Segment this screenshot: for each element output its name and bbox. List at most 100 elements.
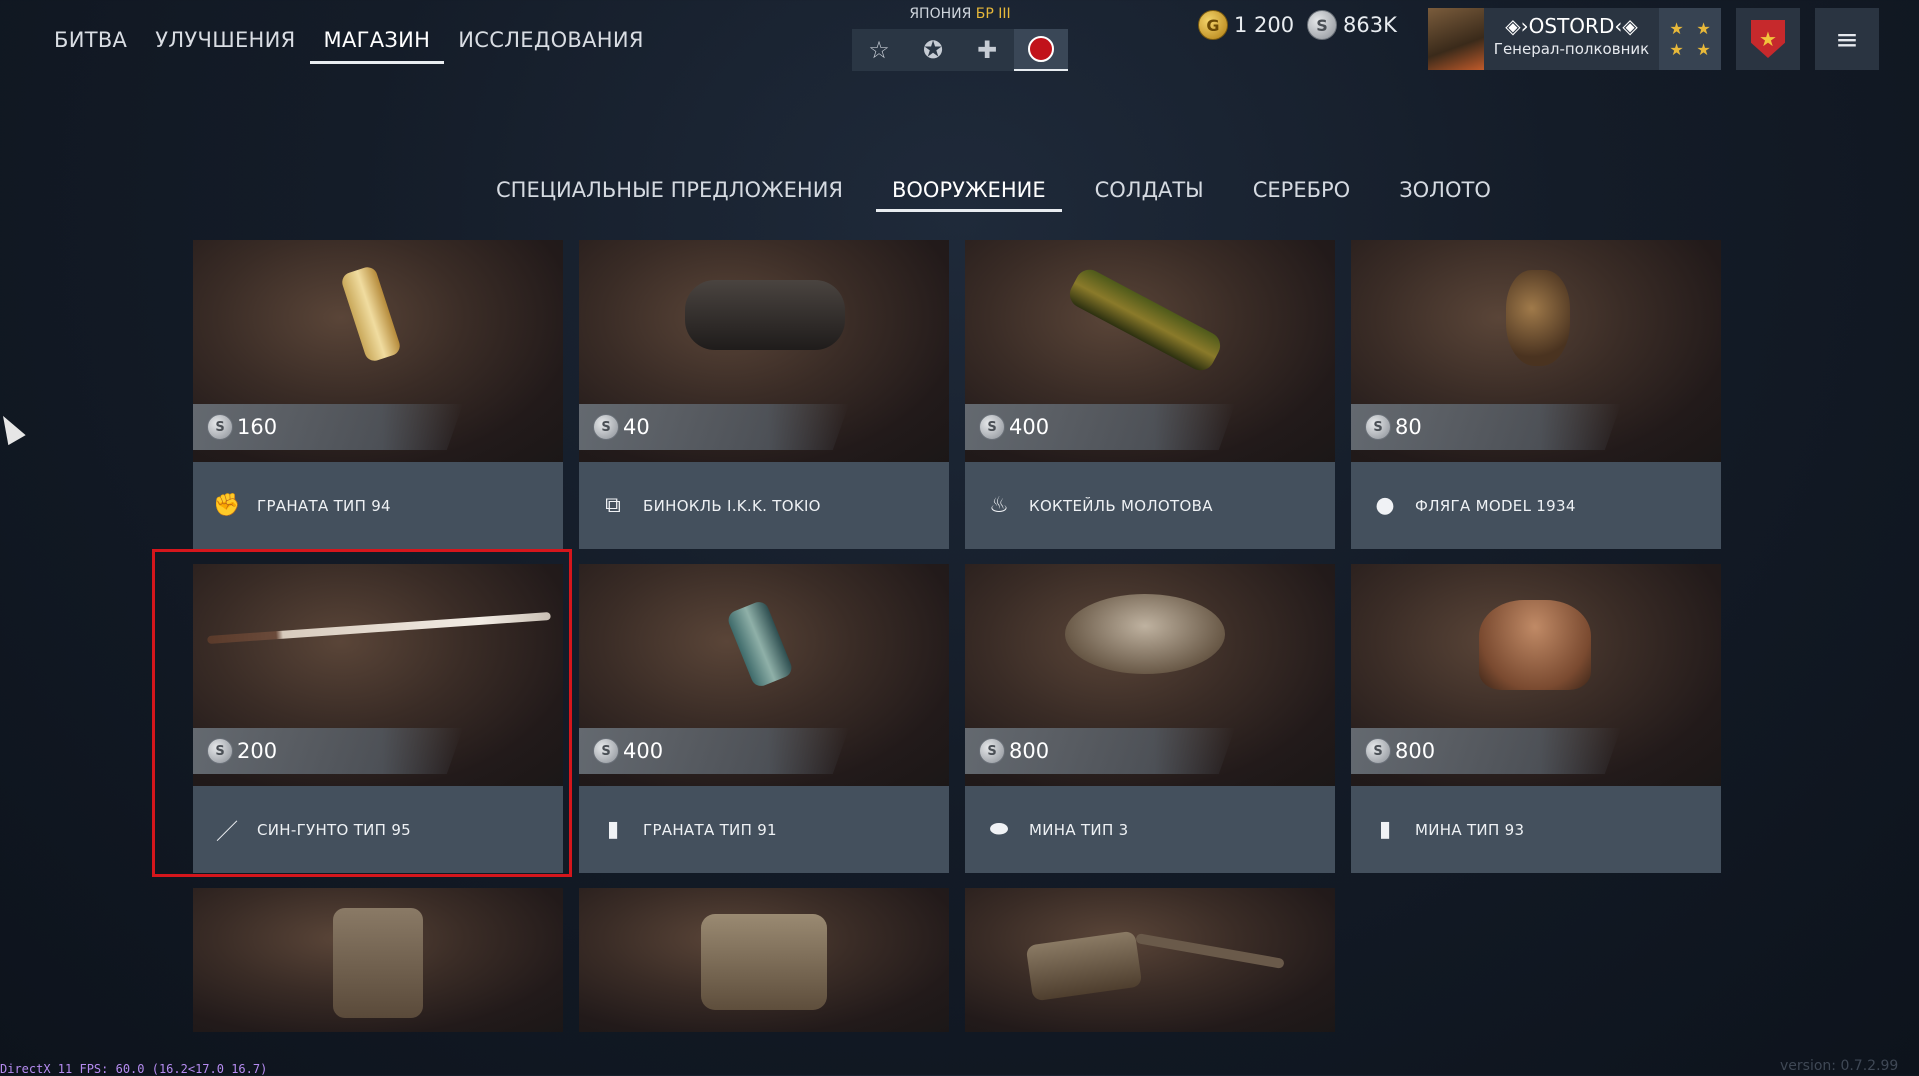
silver-coin-icon: S [979,414,1005,440]
star-icon: ★ [1759,27,1777,51]
shop-item-mine-type3[interactable]: S 800 ⬬ МИНА ТИП 3 [965,564,1335,873]
strap-image [1135,933,1285,969]
tab-weapons[interactable]: ВООРУЖЕНИЕ [876,172,1062,212]
flask-icon: ● [1375,493,1395,518]
item-image [579,888,949,1032]
price-tag: S 800 [1351,728,1621,774]
grenade-icon: ✊ [213,493,241,518]
nation-label: ЯПОНИЯ БР III [852,6,1068,26]
tab-silver[interactable]: СЕРЕБРО [1237,172,1366,212]
fps-counter: DirectX 11 FPS: 60.0 (16.2<17.0 16.7) [0,1062,268,1076]
item-name: МИНА ТИП 93 [1415,820,1525,839]
rank-star-icon: ★ [1696,40,1711,59]
backpack-image [333,908,423,1018]
nav-tab-shop[interactable]: МАГАЗИН [309,20,445,64]
tab-soldiers[interactable]: СОЛДАТЫ [1079,172,1220,212]
nation-name: ЯПОНИЯ [909,6,972,22]
rank-star-icon: ★ [1696,19,1711,38]
item-price: 400 [1009,415,1050,439]
nav-tab-upgrades[interactable]: УЛУЧШЕНИЯ [141,20,309,64]
achievements-button[interactable]: ★ [1736,8,1800,70]
japan-roundel-icon [1028,36,1054,62]
version-label: version: 0.7.2.99 [1780,1058,1899,1074]
shop-item-backpack[interactable] [193,888,563,1032]
item-price: 800 [1395,739,1436,763]
item-price: 80 [1395,415,1422,439]
avatar [1428,8,1484,70]
shop-tabs: СПЕЦИАЛЬНЫЕ ПРЕДЛОЖЕНИЯ ВООРУЖЕНИЕ СОЛДА… [480,172,1524,212]
price-tag: S 40 [579,404,849,450]
molotov-icon: ♨ [989,493,1009,518]
mine-type93-icon: ▮ [1378,817,1392,842]
player-name: ◈›OSTORD‹◈ [1505,14,1638,38]
player-rank: Генерал-полковник [1493,40,1650,58]
silver-amount: 863K [1343,13,1397,37]
japan-roundel-button[interactable] [1014,29,1068,71]
mine-icon: ⬬ [989,817,1009,842]
nav-tab-research[interactable]: ИССЛЕДОВАНИЯ [444,20,658,64]
grenade-type91-image [725,599,795,689]
molotov-image [1064,264,1226,376]
battle-rating: БР III [975,6,1011,22]
item-price: 800 [1009,739,1050,763]
item-label: ▮ ГРАНАТА ТИП 91 [579,786,949,873]
shop-item-binoculars[interactable]: S 40 ⧉ БИНОКЛЬ I.K.K. TOKIO [579,240,949,549]
mine-image [1065,594,1225,674]
item-name: КОКТЕЙЛЬ МОЛОТОВА [1029,496,1213,515]
binoculars-image [685,280,845,350]
shop-item-mine-type93[interactable]: S 800 ▮ МИНА ТИП 93 [1351,564,1721,873]
menu-button[interactable]: ≡ [1815,8,1879,70]
item-label: ▮ МИНА ТИП 93 [1351,786,1721,873]
cross-icon[interactable]: ✚ [960,29,1014,71]
tab-gold[interactable]: ЗОЛОТО [1383,172,1507,212]
star-outline-icon[interactable]: ☆ [852,29,906,71]
holster-image [1025,930,1143,1002]
shop-item-holster[interactable] [965,888,1335,1032]
grenade-type91-icon: ▮ [606,817,620,842]
tab-special-offers[interactable]: СПЕЦИАЛЬНЫЕ ПРЕДЛОЖЕНИЯ [480,172,859,212]
flask-image [1506,270,1570,366]
shop-item-pouch[interactable] [579,888,949,1032]
shop-item-grenade-type94[interactable]: S 160 ✊ ГРАНАТА ТИП 94 [193,240,563,549]
item-name: ГРАНАТА ТИП 94 [257,496,391,515]
item-price: 400 [623,739,664,763]
item-label: ● ФЛЯГА MODEL 1934 [1351,462,1721,549]
player-profile[interactable]: ◈›OSTORD‹◈ Генерал-полковник ★ ★ ★ ★ [1428,8,1721,70]
nation-selector: ЯПОНИЯ БР III ☆ ✪ ✚ [852,6,1068,71]
item-label: ♨ КОКТЕЙЛЬ МОЛОТОВА [965,462,1335,549]
star-circle-icon[interactable]: ✪ [906,29,960,71]
silver-coin-icon: S [593,414,619,440]
mine-type93-image [1479,600,1591,690]
silver-coin-icon: S [979,738,1005,764]
price-tag: S 400 [965,404,1235,450]
shop-item-flask[interactable]: S 80 ● ФЛЯГА MODEL 1934 [1351,240,1721,549]
item-image [965,888,1335,1032]
silver-coin-icon: S [593,738,619,764]
shop-item-grenade-type91[interactable]: S 400 ▮ ГРАНАТА ТИП 91 [579,564,949,873]
price-tag: S 400 [579,728,849,774]
silver-balance: S 863K [1307,8,1397,42]
profile-text: ◈›OSTORD‹◈ Генерал-полковник [1484,8,1659,70]
price-tag: S 160 [193,404,463,450]
gold-coin-icon: G [1198,10,1228,40]
rank-stars: ★ ★ ★ ★ [1659,8,1721,70]
item-image [193,888,563,1032]
pouch-image [701,914,827,1010]
shield-star-icon: ★ [1751,20,1785,58]
silver-coin-icon: S [1307,10,1337,40]
nav-tab-battle[interactable]: БИТВА [40,20,141,64]
shop-item-molotov[interactable]: S 400 ♨ КОКТЕЙЛЬ МОЛОТОВА [965,240,1335,549]
item-name: ФЛЯГА MODEL 1934 [1415,496,1576,515]
silver-coin-icon: S [1365,738,1391,764]
item-label: ✊ ГРАНАТА ТИП 94 [193,462,563,549]
mode-bar: ☆ ✪ ✚ [852,29,1068,71]
rank-star-icon: ★ [1669,40,1684,59]
selection-highlight [152,549,572,877]
item-name: БИНОКЛЬ I.K.K. TOKIO [643,496,821,515]
item-label: ⧉ БИНОКЛЬ I.K.K. TOKIO [579,462,949,549]
item-name: МИНА ТИП 3 [1029,820,1129,839]
main-nav: БИТВА УЛУЧШЕНИЯ МАГАЗИН ИССЛЕДОВАНИЯ [40,20,658,72]
price-tag: S 80 [1351,404,1621,450]
silver-coin-icon: S [207,414,233,440]
item-price: 160 [237,415,278,439]
